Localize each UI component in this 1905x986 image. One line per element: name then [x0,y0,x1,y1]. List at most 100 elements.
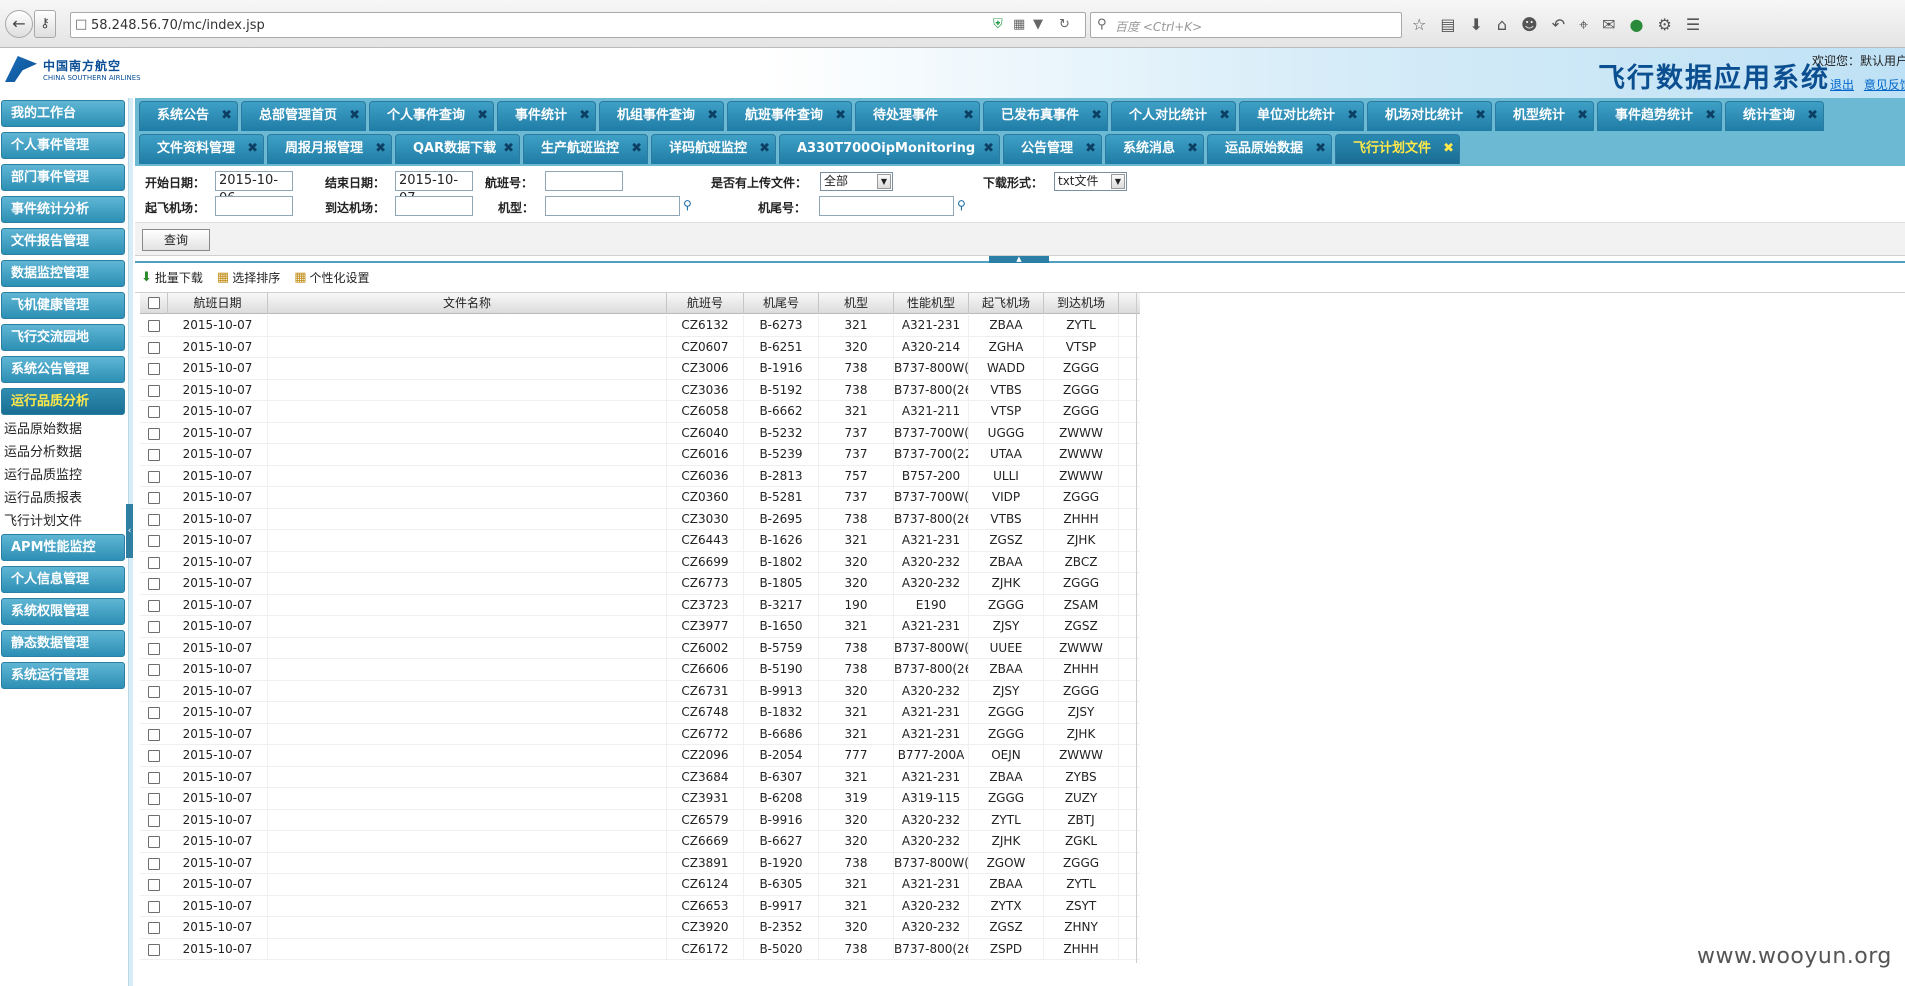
row-checkbox[interactable] [148,750,160,762]
close-icon[interactable]: ✖ [1085,135,1096,163]
tail-no-field[interactable] [819,196,954,216]
start-date-field[interactable]: 2015-10-06 [215,171,293,206]
sidebar-item-file-reports[interactable]: 文件报告管理 [1,228,125,255]
table-row[interactable]: 2015-10-07 CZ3931 B-6208 319 A319-115 ZGGG ZUZ… [140,788,1140,810]
tail-no-search-icon[interactable]: ⚲ [957,198,966,212]
close-icon[interactable]: ✖ [1443,135,1454,163]
row-checkbox[interactable] [148,664,160,676]
tab-stats-query[interactable]: 统计查询 ✖ [1725,101,1824,131]
row-checkbox[interactable] [148,556,160,569]
personalize-button[interactable]: ▦ 个性化设置 [294,269,369,286]
table-row[interactable]: 2015-10-07 CZ3920 B-2352 320 A320-232 ZGSZ ZHN… [140,917,1140,939]
table-row[interactable]: 2015-10-07 CZ3684 B-6307 321 A321-231 ZBAA ZYB… [140,766,1140,788]
col-header-file-name[interactable]: 文件名称 [268,293,667,314]
close-icon[interactable]: ✖ [503,135,514,163]
sidebar-item-flight-forum[interactable]: 飞行交流园地 [1,324,125,351]
arr-airport-field[interactable] [395,196,473,216]
sidebar-item-dept-events[interactable]: 部门事件管理 [1,164,125,191]
row-checkbox[interactable] [148,943,160,956]
sidebar-subitem-raw-data[interactable]: 运品原始数据 [4,418,82,437]
close-icon[interactable]: ✖ [1705,102,1716,130]
download-icon[interactable]: ⬇ [1469,14,1482,36]
row-checkbox[interactable] [148,621,160,633]
close-icon[interactable]: ✖ [221,102,232,130]
sidebar-item-personal-events[interactable]: 个人事件管理 [1,132,125,159]
logout-link[interactable]: 退出 [1830,78,1854,92]
tab-detail-flight-monitor[interactable]: 详码航班监控 ✖ [651,134,776,164]
sidebar-subitem-flight-plan-files[interactable]: 飞行计划文件 [4,510,82,529]
tab-announcement-mgmt[interactable]: 公告管理 ✖ [1003,134,1102,164]
col-header-perf-type[interactable]: 性能机型 [894,293,969,314]
row-checkbox[interactable] [148,363,160,375]
close-icon[interactable]: ✖ [1807,102,1818,130]
sidebar-subitem-quality-monitor[interactable]: 运行品质监控 [4,464,82,483]
comment-icon[interactable]: ✉ [1602,14,1615,36]
table-row[interactable]: 2015-10-07 CZ6772 B-6686 321 A321-231 ZGGG ZJH… [140,723,1140,745]
aircraft-type-field[interactable] [545,196,680,216]
sidebar-item-static-data[interactable]: 静态数据管理 [1,630,125,657]
undo-icon[interactable]: ↶ [1552,14,1565,36]
tab-published-events[interactable]: 已发布真事件 ✖ [983,101,1108,131]
tab-announcements[interactable]: 系统公告 ✖ [139,101,238,131]
row-checkbox[interactable] [148,685,160,698]
row-checkbox[interactable] [148,406,160,418]
feedback-link[interactable]: 意见反馈 [1864,78,1905,92]
shield-icon[interactable]: ⛨ [993,17,1003,32]
sidebar-item-aircraft-health[interactable]: 飞机健康管理 [1,292,125,319]
col-header-arr-airport[interactable]: 到达机场 [1044,293,1119,314]
table-row[interactable]: 2015-10-07 CZ3006 B-1916 738 B737-800W(2 WADD… [140,358,1140,380]
row-checkbox[interactable] [148,320,160,332]
tab-qar-download[interactable]: QAR数据下载 ✖ [395,134,520,164]
close-icon[interactable]: ✖ [707,102,718,130]
table-row[interactable]: 2015-10-07 CZ6699 B-1802 320 A320-232 ZBAA ZBC… [140,551,1140,573]
row-checkbox[interactable] [148,492,160,504]
row-checkbox[interactable] [148,707,160,719]
table-row[interactable]: 2015-10-07 CZ3036 B-5192 738 B737-800(26 VTBS… [140,379,1140,401]
tools-icon[interactable]: ☰ [1686,14,1700,36]
tab-raw-ops-data[interactable]: 运品原始数据 ✖ [1207,134,1332,164]
reading-list-icon[interactable]: ▤ [1440,14,1455,36]
table-row[interactable]: 2015-10-07 CZ3723 B-3217 190 E190 ZGGG ZSAM [140,594,1140,616]
col-header-flight-no[interactable]: 航班号 [667,293,744,314]
row-checkbox[interactable] [148,535,160,547]
row-checkbox[interactable] [148,341,160,354]
tab-production-flight-monitor[interactable]: 生产航班监控 ✖ [523,134,648,164]
crop-icon[interactable]: ⌖ [1579,14,1588,36]
dropdown-icon[interactable]: ▼ [1033,17,1043,32]
download-form-select[interactable]: txt文件 ▼ [1054,172,1127,191]
close-icon[interactable]: ✖ [759,135,770,163]
back-icon[interactable]: ← [5,10,33,38]
close-icon[interactable]: ✖ [1187,135,1198,163]
tab-flight-plan-files[interactable]: 飞行计划文件 ✖ [1335,134,1460,164]
site-key-icon[interactable]: ⚷ [34,10,56,38]
close-icon[interactable]: ✖ [1475,102,1486,130]
row-checkbox[interactable] [148,922,160,934]
row-checkbox[interactable] [148,427,160,440]
table-row[interactable]: 2015-10-07 CZ6748 B-1832 321 A321-231 ZGGG ZJS… [140,702,1140,724]
sidebar-item-event-stats[interactable]: 事件统计分析 [1,196,125,223]
puzzle-icon[interactable]: ⚙ [1658,14,1672,36]
row-checkbox[interactable] [148,836,160,848]
table-row[interactable]: 2015-10-07 CZ6016 B-5239 737 B737-700(22 UTAA… [140,444,1140,466]
tab-a330-oip[interactable]: A330T700OipMonitoring ✖ [779,134,1000,164]
close-icon[interactable]: ✖ [963,102,974,130]
col-header-tail-no[interactable]: 机尾号 [744,293,819,314]
close-icon[interactable]: ✖ [477,102,488,130]
table-row[interactable]: 2015-10-07 CZ6731 B-9913 320 A320-232 ZJSY ZGG… [140,680,1140,702]
table-row[interactable]: 2015-10-07 CZ6172 B-5020 738 B737-800(26 ZSPD… [140,938,1140,960]
tab-unit-compare[interactable]: 单位对比统计 ✖ [1239,101,1364,131]
table-row[interactable]: 2015-10-07 CZ3977 B-1650 321 A321-231 ZJSY ZGS… [140,616,1140,638]
row-checkbox[interactable] [148,578,160,590]
aircraft-type-search-icon[interactable]: ⚲ [683,198,692,212]
table-row[interactable]: 2015-10-07 CZ6606 B-5190 738 B737-800(26 ZBAA… [140,659,1140,681]
table-row[interactable]: 2015-10-07 CZ6443 B-1626 321 A321-231 ZGSZ ZJH… [140,530,1140,552]
row-checkbox[interactable] [148,900,160,913]
bookmark-star-icon[interactable]: ☆ [1412,14,1426,36]
row-checkbox[interactable] [148,470,160,483]
col-header-aircraft-type[interactable]: 机型 [819,293,894,314]
batch-download-button[interactable]: ⬇ 批量下载 [141,269,203,286]
addon-icon[interactable]: ● [1630,14,1644,36]
sidebar-item-personal-info[interactable]: 个人信息管理 [1,566,125,593]
sidebar-collapse-handle[interactable]: ‹ [126,504,133,558]
close-icon[interactable]: ✖ [1315,135,1326,163]
